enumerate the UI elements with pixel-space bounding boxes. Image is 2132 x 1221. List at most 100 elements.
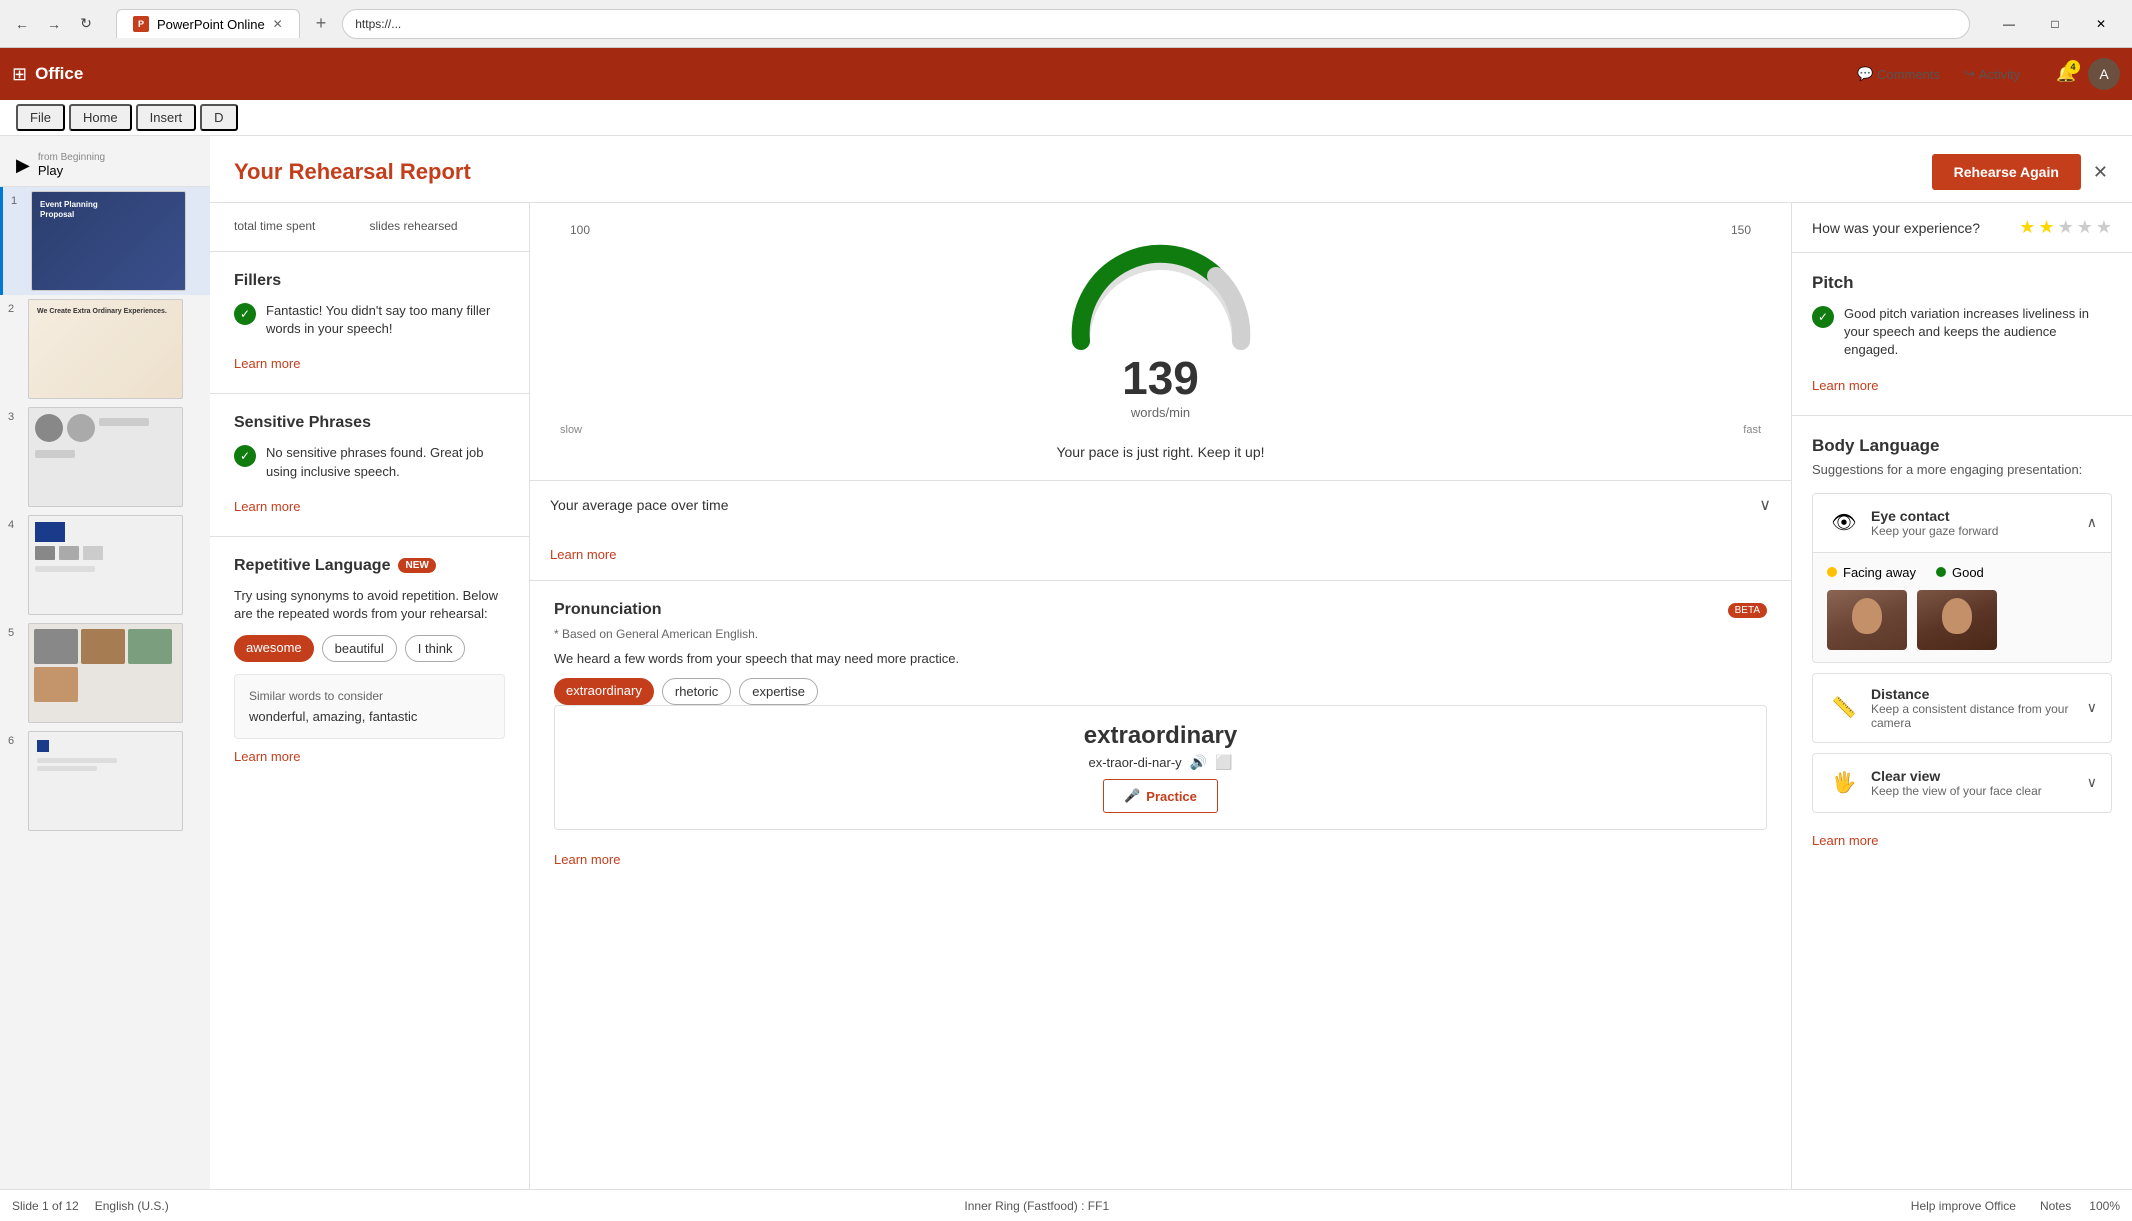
slide-item-3[interactable]: 3 [0, 403, 219, 511]
slide-2-title: We Create Extra Ordinary Experiences. [29, 300, 182, 323]
fillers-learn-more[interactable]: Learn more [234, 356, 300, 371]
slide-item-2[interactable]: 2 We Create Extra Ordinary Experiences. [0, 295, 219, 403]
body-language-learn-more[interactable]: Learn more [1812, 833, 1878, 848]
rehearse-again-button[interactable]: Rehearse Again [1932, 154, 2081, 190]
play-from-beginning-button[interactable]: ▶ from Beginning Play [0, 144, 219, 187]
gauge-label-100: 100 [570, 223, 590, 237]
clear-view-info: Clear view Keep the view of your face cl… [1871, 768, 2077, 798]
logo-area: ⊞ Office [12, 64, 83, 85]
info-button[interactable]: ⬜ [1215, 754, 1232, 771]
repetitive-learn-more[interactable]: Learn more [234, 749, 300, 764]
clear-view-title: Clear view [1871, 768, 2077, 784]
facing-away-dot [1827, 567, 1837, 577]
notification-bell[interactable]: 🔔 4 [2056, 64, 2076, 84]
help-improve-button[interactable]: Help improve Office [1905, 1197, 2022, 1215]
pace-learn-more[interactable]: Learn more [550, 547, 616, 562]
add-tab-button[interactable]: + [308, 13, 335, 34]
stat-slides-label: slides rehearsed [370, 219, 506, 233]
gauge-slow: slow [560, 424, 582, 436]
pitch-learn-more[interactable]: Learn more [1812, 378, 1878, 393]
pronunciation-title: Pronunciation [554, 601, 662, 619]
window-controls: — □ ✕ [1986, 9, 2124, 39]
star-2[interactable]: ★ [2038, 217, 2054, 238]
fillers-text: Fantastic! You didn't say too many fille… [266, 302, 505, 338]
minimize-button[interactable]: — [1986, 9, 2032, 39]
comments-tab[interactable]: 💬 Comments [1845, 58, 1952, 90]
rehearsal-content: total time spent slides rehearsed Filler… [210, 203, 2132, 1189]
pace-over-time[interactable]: Your average pace over time ∨ [530, 480, 1791, 529]
menu-home[interactable]: Home [69, 104, 132, 131]
tag-expertise[interactable]: expertise [739, 678, 818, 705]
forward-button[interactable]: → [40, 10, 68, 38]
practice-button[interactable]: 🎤 Practice [1103, 779, 1218, 813]
slide-thumb-2: We Create Extra Ordinary Experiences. [28, 299, 183, 399]
slide-item-4[interactable]: 4 [0, 511, 219, 619]
tab-close-button[interactable]: ✕ [273, 17, 283, 31]
browser-tab[interactable]: P PowerPoint Online ✕ [116, 9, 300, 38]
eye-contact-header[interactable]: 👁 Eye contact Keep your gaze forward ∧ [1813, 494, 2111, 552]
clear-view-item: 🖐 Clear view Keep the view of your face … [1812, 753, 2112, 813]
word-phonetic: ex-traor-di-nar-y 🔊 ⬜ [571, 754, 1750, 771]
activity-tab[interactable]: ↪ Activity [1952, 58, 2032, 90]
close-window-button[interactable]: ✕ [2078, 9, 2124, 39]
back-button[interactable]: ← [8, 10, 36, 38]
pace-learn-more-row: Learn more [530, 529, 1791, 580]
clear-view-icon: 🖐 [1827, 766, 1861, 800]
fillers-title: Fillers [234, 272, 505, 290]
ppt-bottombar: Slide 1 of 12 English (U.S.) Inner Ring … [0, 1189, 2132, 1221]
clear-view-header[interactable]: 🖐 Clear view Keep the view of your face … [1813, 754, 2111, 812]
middle-column: 100 150 139 words/ [530, 203, 1792, 1189]
star-1[interactable]: ★ [2019, 217, 2035, 238]
address-bar[interactable]: https://... [342, 9, 1970, 39]
similar-box: Similar words to consider wonderful, ama… [234, 674, 505, 739]
tab-area: 💬 Comments ↪ Activity [1833, 58, 2044, 90]
tag-extraordinary[interactable]: extraordinary [554, 678, 654, 705]
body-language-subtitle: Suggestions for a more engaging presenta… [1812, 462, 2112, 477]
user-avatar[interactable]: A [2088, 58, 2120, 90]
gauge-outer-labels: slow fast [550, 424, 1771, 436]
slide-thumb-3 [28, 407, 183, 507]
good-dot [1936, 567, 1946, 577]
pitch-check-row: ✓ Good pitch variation increases livelin… [1812, 305, 2112, 360]
grid-icon[interactable]: ⊞ [12, 64, 27, 85]
sensitive-learn-more[interactable]: Learn more [234, 499, 300, 514]
tab-label: PowerPoint Online [157, 17, 265, 32]
tag-rhetoric[interactable]: rhetoric [662, 678, 731, 705]
face-circle-2 [1942, 598, 1972, 634]
refresh-button[interactable]: ↻ [72, 10, 100, 38]
slide-item-5[interactable]: 5 [0, 619, 219, 727]
star-4[interactable]: ★ [2077, 217, 2093, 238]
distance-chevron-icon: ∨ [2087, 699, 2097, 716]
zoom-level: 100% [2089, 1199, 2120, 1213]
sensitive-section: Sensitive Phrases ✓ No sensitive phrases… [210, 394, 529, 536]
slide-num-1: 1 [11, 195, 25, 207]
star-3[interactable]: ★ [2058, 217, 2074, 238]
phonetic-text: ex-traor-di-nar-y [1088, 755, 1181, 770]
distance-icon: 📏 [1827, 691, 1861, 725]
pronunciation-learn-more[interactable]: Learn more [554, 852, 620, 867]
facing-away-image [1827, 590, 1907, 650]
good-image [1917, 590, 1997, 650]
tag-beautiful[interactable]: beautiful [322, 635, 397, 662]
stats-row: total time spent slides rehearsed [210, 203, 529, 252]
slide-item-1[interactable]: 1 Event PlanningProposal [0, 187, 219, 295]
tag-ithink[interactable]: I think [405, 635, 466, 662]
close-button[interactable]: ✕ [2093, 162, 2108, 183]
bottombar-right: Help improve Office Notes 100% [1905, 1197, 2120, 1215]
menu-file[interactable]: File [16, 104, 65, 131]
star-5[interactable]: ★ [2096, 217, 2112, 238]
slide-item-6[interactable]: 6 [0, 727, 219, 835]
menu-insert[interactable]: Insert [136, 104, 197, 131]
menu-design[interactable]: D [200, 104, 237, 131]
slide-thumb-6 [28, 731, 183, 831]
audio-button[interactable]: 🔊 [1190, 754, 1207, 771]
distance-header[interactable]: 📏 Distance Keep a consistent distance fr… [1813, 674, 2111, 742]
pronunciation-section: Pronunciation BETA * Based on General Am… [530, 581, 1791, 889]
fillers-check-row: ✓ Fantastic! You didn't say too many fil… [234, 302, 505, 338]
pitch-check-icon: ✓ [1812, 306, 1834, 328]
ppt-main: ▶ from Beginning Play 1 Event PlanningPr… [0, 136, 2132, 1189]
maximize-button[interactable]: □ [2032, 9, 2078, 39]
tag-awesome[interactable]: awesome [234, 635, 314, 662]
notes-button[interactable]: Notes [2034, 1197, 2077, 1215]
ppt-topbar: ⊞ Office 💬 Comments ↪ Activity 🔔 4 A [0, 48, 2132, 100]
